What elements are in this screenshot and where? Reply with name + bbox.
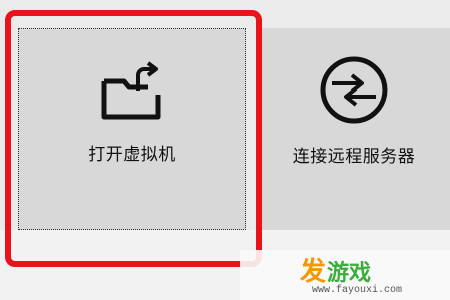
open-virtual-machine-label: 打开虚拟机 bbox=[88, 145, 176, 165]
folder-open-icon bbox=[101, 61, 161, 120]
bottom-strip bbox=[0, 230, 450, 300]
remote-connect-icon bbox=[320, 56, 388, 124]
connect-remote-server-label: 连接远程服务器 bbox=[292, 147, 416, 167]
connect-remote-server-button[interactable]: 连接远程服务器 bbox=[258, 28, 450, 230]
open-virtual-machine-button[interactable]: 打开虚拟机 bbox=[18, 28, 246, 230]
